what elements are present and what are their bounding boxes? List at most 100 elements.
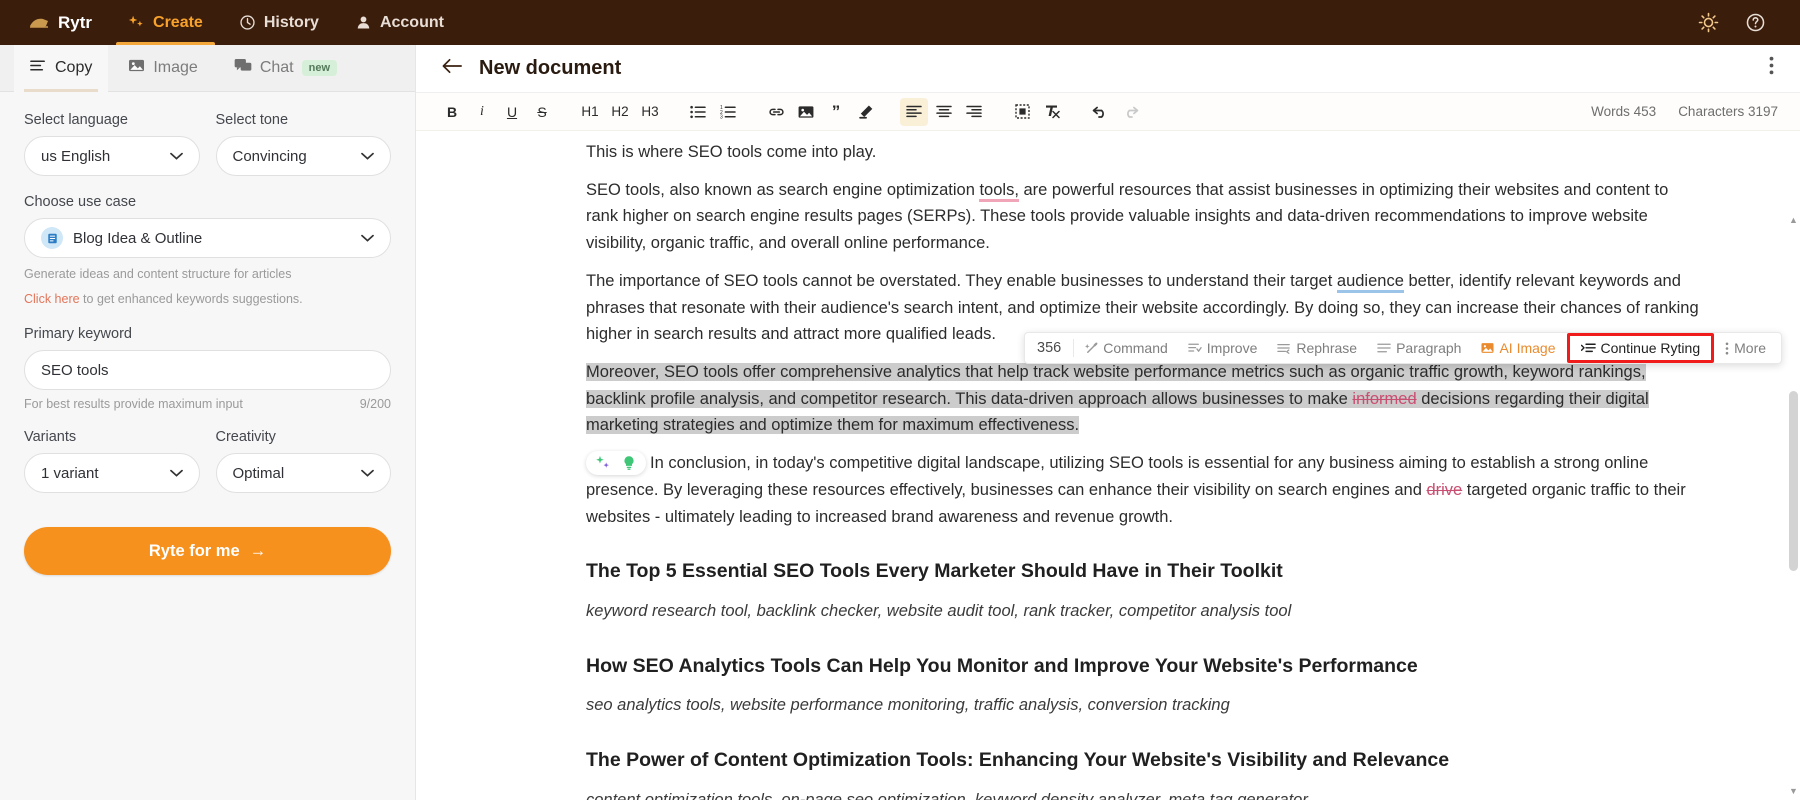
language-tone-row: Select language us English Select tone C… <box>24 112 391 194</box>
continue-ryting-highlight: Continue Ryting <box>1567 333 1715 363</box>
align-left-icon[interactable] <box>900 98 928 126</box>
document-content[interactable]: This is where SEO tools come into play. … <box>416 131 1800 800</box>
tab-chat[interactable]: Chat new <box>218 45 353 92</box>
arrow-right-icon: → <box>250 542 267 561</box>
chat-icon <box>234 58 252 78</box>
variants-select[interactable]: 1 variant <box>24 453 200 493</box>
bullet-list-icon[interactable] <box>684 98 712 126</box>
editor-panel: New document B i U S H1 H2 H3 123 <box>416 45 1800 800</box>
ai-command-label: Command <box>1103 340 1168 356</box>
tab-copy-label: Copy <box>55 59 92 77</box>
ai-rephrase-label: Rephrase <box>1296 340 1357 356</box>
ai-image-icon <box>1481 342 1494 354</box>
document-header: New document <box>416 45 1800 93</box>
ai-selection-toolbar: 356 Command Improve Rephrase <box>1024 332 1782 364</box>
ai-improve-button[interactable]: Improve <box>1179 335 1267 361</box>
selected-text: Moreover, SEO tools offer comprehensive … <box>586 363 1649 434</box>
ai-more-button[interactable]: More <box>1716 335 1775 361</box>
outline-keywords: keyword research tool, backlink checker,… <box>586 598 1700 625</box>
heading2-button[interactable]: H2 <box>606 98 634 126</box>
usecase-select[interactable]: Blog Idea & Outline <box>24 218 391 258</box>
sidebar-form: Select language us English Select tone C… <box>0 92 415 595</box>
partial-line: This is where SEO tools come into play. <box>586 139 1700 166</box>
italic-button[interactable]: i <box>468 98 496 126</box>
tab-copy[interactable]: Copy <box>14 45 108 92</box>
document-counts: Words 453 Characters 3197 <box>1591 104 1778 119</box>
link-icon[interactable] <box>762 98 790 126</box>
bold-button[interactable]: B <box>438 98 466 126</box>
outline-keywords: content optimization tools, on-page seo … <box>586 787 1700 800</box>
brand-logo[interactable]: Rytr <box>22 0 110 45</box>
document-scroll-area[interactable]: This is where SEO tools come into play. … <box>416 131 1800 800</box>
usecase-label: Choose use case <box>24 194 391 210</box>
ai-rephrase-button[interactable]: Rephrase <box>1268 335 1366 361</box>
sparkle-icon[interactable] <box>594 454 612 472</box>
grammar-mark: audience <box>1337 272 1404 293</box>
underline-button[interactable]: U <box>498 98 526 126</box>
ryte-for-me-button[interactable]: Ryte for me → <box>24 527 391 575</box>
undo-icon[interactable] <box>1086 98 1114 126</box>
quote-icon[interactable]: ” <box>822 98 850 126</box>
align-right-icon[interactable] <box>960 98 988 126</box>
marker-icon[interactable] <box>852 98 880 126</box>
image-icon[interactable] <box>792 98 820 126</box>
align-center-icon[interactable] <box>930 98 958 126</box>
redo-icon[interactable] <box>1116 98 1144 126</box>
numbered-list-icon[interactable]: 123 <box>714 98 742 126</box>
nav-item-account[interactable]: Account <box>337 0 462 45</box>
nav-label-account: Account <box>380 14 444 32</box>
sidebar-tabs: Copy Image Chat new <box>0 45 415 92</box>
paragraph-3-selected: Moreover, SEO tools offer comprehensive … <box>586 359 1700 439</box>
rephrase-icon <box>1277 342 1291 354</box>
outline-heading: How SEO Analytics Tools Can Help You Mon… <box>586 651 1700 683</box>
paragraph-4: In conclusion, in today's competitive di… <box>586 450 1700 530</box>
lightbulb-icon[interactable] <box>620 454 638 472</box>
document-scrollbar[interactable]: ▲ ▼ <box>1789 231 1798 796</box>
heading1-button[interactable]: H1 <box>576 98 604 126</box>
tab-image[interactable]: Image <box>112 45 213 92</box>
improve-icon <box>1188 342 1202 354</box>
strikethrough-button[interactable]: S <box>528 98 556 126</box>
primary-keyword-input-wrap[interactable]: SEO tools <box>24 350 391 390</box>
back-arrow-icon[interactable] <box>442 57 463 80</box>
nav-item-history[interactable]: History <box>221 0 337 45</box>
heading3-button[interactable]: H3 <box>636 98 664 126</box>
creativity-select[interactable]: Optimal <box>216 453 392 493</box>
inline-ai-widget[interactable] <box>586 451 646 475</box>
keyword-hint-row: For best results provide maximum input 9… <box>24 397 391 411</box>
ai-image-button[interactable]: AI Image <box>1472 335 1564 361</box>
theme-toggle-icon[interactable] <box>1698 12 1719 33</box>
nav-label-history: History <box>264 14 319 32</box>
ai-paragraph-button[interactable]: Paragraph <box>1368 335 1470 361</box>
click-here-suffix: to get enhanced keywords suggestions. <box>80 292 303 306</box>
primary-keyword-field: Primary keyword SEO tools For best resul… <box>24 326 391 411</box>
variants-creativity-row: Variants 1 variant Creativity Optimal <box>24 429 391 511</box>
clear-format-icon[interactable] <box>1038 98 1066 126</box>
spellcheck-mark: tools, <box>979 181 1018 202</box>
block-icon[interactable] <box>1008 98 1036 126</box>
top-navigation: Rytr Create History Account <box>0 0 1800 45</box>
image-icon <box>128 58 145 78</box>
help-icon[interactable] <box>1745 12 1766 33</box>
click-here-link[interactable]: Click here <box>24 292 80 306</box>
variants-field: Variants 1 variant <box>24 429 200 493</box>
scrollbar-thumb[interactable] <box>1789 391 1798 571</box>
ai-command-button[interactable]: Command <box>1076 335 1177 361</box>
partial-line-text: This is where SEO tools come into play. <box>586 143 876 161</box>
tab-chat-label: Chat <box>260 59 294 77</box>
tone-label: Select tone <box>216 112 392 128</box>
usecase-value: Blog Idea & Outline <box>73 230 202 247</box>
kebab-menu-icon[interactable] <box>1769 56 1774 81</box>
spellcheck-mark: drive <box>1426 481 1462 499</box>
nav-item-create[interactable]: Create <box>110 0 221 45</box>
scroll-up-arrow-icon[interactable]: ▲ <box>1789 215 1798 225</box>
tone-select[interactable]: Convincing <box>216 136 392 176</box>
keyword-hint: For best results provide maximum input <box>24 397 243 411</box>
language-select[interactable]: us English <box>24 136 200 176</box>
scroll-down-arrow-icon[interactable]: ▼ <box>1789 786 1798 796</box>
chat-new-badge: new <box>302 60 337 76</box>
ai-continue-ryting-button[interactable]: Continue Ryting <box>1572 335 1710 361</box>
usecase-description: Generate ideas and content structure for… <box>24 265 391 283</box>
rytr-logo-icon <box>28 15 50 31</box>
person-icon <box>355 14 372 31</box>
